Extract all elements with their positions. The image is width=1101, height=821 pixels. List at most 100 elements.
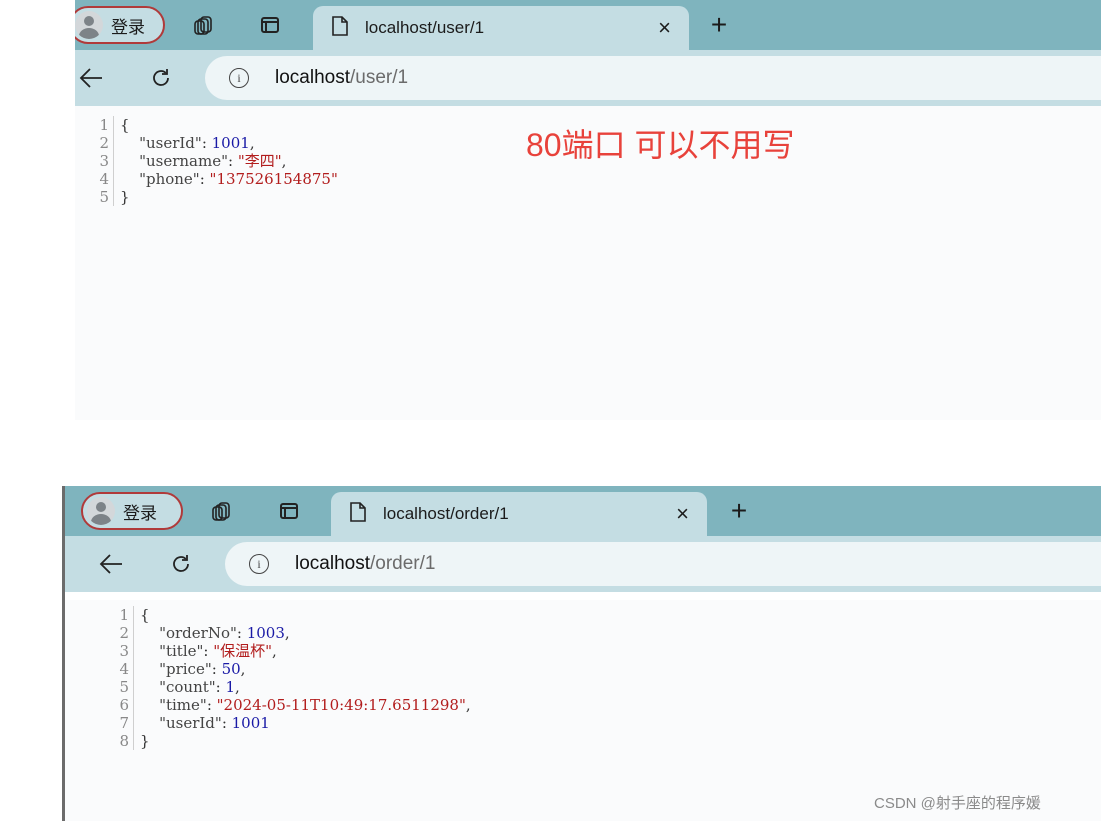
line-number: 5: [99, 188, 109, 206]
info-icon[interactable]: i: [249, 554, 269, 574]
json-punct: :: [203, 642, 214, 660]
json-number: 50: [221, 660, 241, 678]
json-viewer: 1 2 3 4 5{ "userId": 1001, "username": "李四",…: [97, 116, 338, 206]
json-punct: [120, 152, 139, 170]
json-punct: {: [120, 116, 130, 134]
profile-button[interactable]: 登录: [81, 492, 183, 530]
close-icon[interactable]: ×: [658, 15, 671, 41]
new-tab-icon[interactable]: +: [723, 486, 755, 536]
address-bar[interactable]: i localhost/order/1: [225, 542, 1101, 586]
json-punct: ,: [249, 134, 255, 152]
line-number: 8: [119, 732, 129, 750]
json-punct: :: [211, 660, 222, 678]
watermark: CSDN @射手座的程序媛: [874, 795, 1041, 812]
user-avatar-icon: [75, 11, 103, 39]
json-punct: ,: [281, 152, 287, 170]
json-key: "time": [159, 696, 207, 714]
line-number: 7: [119, 714, 129, 732]
info-icon[interactable]: i: [229, 68, 249, 88]
json-punct: ,: [272, 642, 277, 660]
json-body: { "userId": 1001, "username": "李四", "pho…: [114, 116, 338, 206]
line-number: 5: [119, 678, 129, 696]
new-tab-icon[interactable]: +: [703, 0, 735, 50]
json-string: "137526154875": [209, 170, 338, 188]
page-content: 1 2 3 4 5 6 7 8{ "orderNo": 1003, "title": "保温杯…: [65, 600, 1101, 821]
json-punct: [140, 624, 159, 642]
json-line: "price": 50,: [140, 660, 471, 678]
json-punct: :: [236, 624, 247, 642]
tab-title: localhost/user/1: [365, 18, 485, 37]
line-number: 2: [119, 624, 129, 642]
json-punct: [140, 642, 159, 660]
page-icon: [331, 15, 349, 42]
json-key: "count": [159, 678, 216, 696]
line-number: 3: [119, 642, 129, 660]
profile-button[interactable]: 登录: [75, 6, 165, 44]
json-number: 1: [225, 678, 236, 696]
reload-icon[interactable]: [143, 50, 179, 106]
tab-actions-icon[interactable]: [274, 486, 304, 536]
json-punct: :: [199, 170, 210, 188]
json-key: "phone": [139, 170, 200, 188]
line-number: 1: [119, 606, 129, 624]
json-punct: ,: [235, 678, 240, 696]
json-string: "李四": [237, 152, 282, 170]
json-line: "orderNo": 1003,: [140, 624, 471, 642]
json-punct: ,: [240, 660, 246, 678]
json-key: "title": [159, 642, 204, 660]
json-punct: [140, 714, 159, 732]
json-number: 1001: [231, 714, 270, 732]
json-punct: :: [206, 696, 217, 714]
tab-actions-icon[interactable]: [255, 0, 285, 50]
json-line: {: [140, 606, 471, 624]
json-line: "title": "保温杯",: [140, 642, 471, 660]
json-punct: }: [120, 188, 130, 206]
close-icon[interactable]: ×: [676, 501, 689, 527]
json-number: 1001: [211, 134, 250, 152]
url-path: /user/1: [350, 67, 409, 88]
profile-label: 登录: [111, 17, 145, 37]
url-path: /order/1: [370, 553, 436, 574]
address-bar[interactable]: i localhost/user/1: [205, 56, 1101, 100]
tab-active[interactable]: localhost/user/1 ×: [313, 6, 689, 50]
json-line: }: [140, 732, 471, 750]
annotation-note: 80端口 可以不用写: [526, 127, 795, 163]
workspaces-icon[interactable]: [189, 0, 219, 50]
json-line: "count": 1,: [140, 678, 471, 696]
json-punct: {: [140, 606, 150, 624]
profile-label: 登录: [123, 503, 157, 523]
json-line: }: [120, 188, 338, 206]
back-arrow-icon[interactable]: [75, 50, 109, 106]
json-line: "time": "2024-05-11T10:49:17.6511298",: [140, 696, 471, 714]
line-number: 3: [99, 152, 109, 170]
json-line: "phone": "137526154875": [120, 170, 338, 188]
json-line: "userId": 1001,: [120, 134, 338, 152]
json-punct: :: [201, 134, 212, 152]
back-arrow-icon[interactable]: [93, 536, 129, 592]
json-punct: [140, 678, 159, 696]
reload-icon[interactable]: [163, 536, 199, 592]
json-punct: :: [215, 678, 226, 696]
address-toolbar: i localhost/user/1: [75, 50, 1101, 106]
url-host: localhost: [275, 67, 350, 88]
json-punct: [120, 134, 139, 152]
json-line: {: [120, 116, 338, 134]
json-punct: :: [228, 152, 238, 170]
user-avatar-icon: [87, 497, 115, 525]
line-number: 6: [119, 696, 129, 714]
json-number: 1003: [246, 624, 285, 642]
url-host: localhost: [295, 553, 370, 574]
line-numbers: 12345: [97, 116, 114, 206]
json-key: "orderNo": [159, 624, 237, 642]
json-punct: [140, 660, 159, 678]
json-line: "username": "李四",: [120, 152, 338, 170]
tab-strip: 登录 localhost/user/1 × +: [75, 0, 1101, 50]
browser-window-user: 登录 localhost/user/1 × + i localhost /use…: [75, 0, 1101, 420]
workspaces-icon[interactable]: [207, 486, 237, 536]
json-key: "price": [159, 660, 212, 678]
json-punct: [120, 170, 139, 188]
json-key: "userId": [159, 714, 222, 732]
json-viewer: 1 2 3 4 5 6 7 8{ "orderNo": 1003, "title": "保温杯…: [107, 606, 471, 750]
json-string: "2024-05-11T10:49:17.6511298": [216, 696, 466, 714]
tab-active[interactable]: localhost/order/1 ×: [331, 492, 707, 536]
